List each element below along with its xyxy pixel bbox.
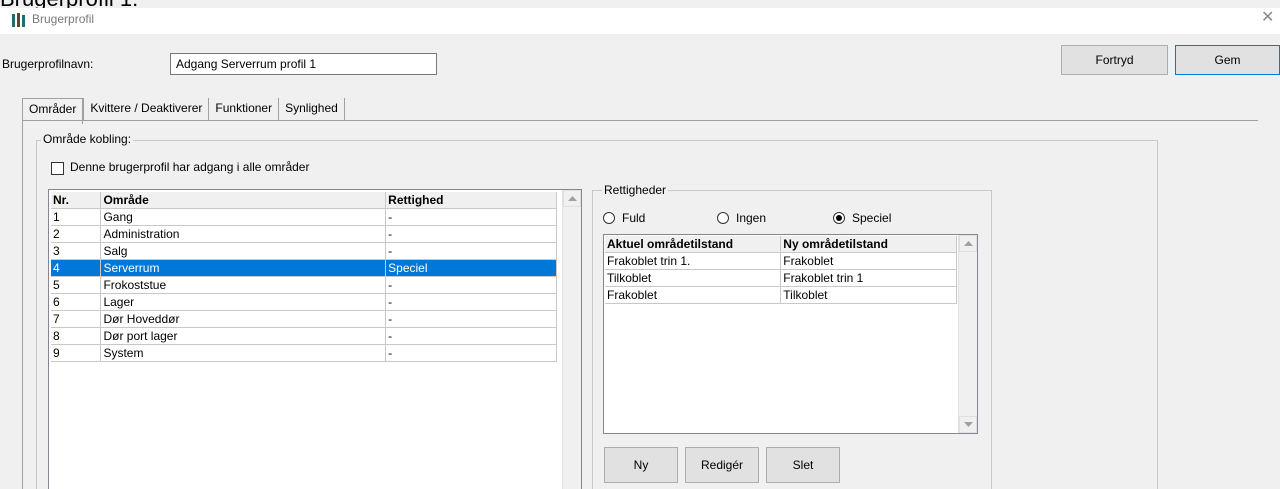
row-nr: 4 (51, 259, 102, 277)
rights-group-label: Rettigheder (602, 183, 669, 197)
profile-name-input[interactable]: Adgang Serverrum profil 1 (170, 53, 437, 75)
new-button[interactable]: Ny (604, 447, 678, 483)
row-nr: 3 (51, 242, 102, 260)
row-right: - (385, 242, 557, 260)
areas-header-row: Nr. Område Rettighed (51, 192, 557, 209)
row-nr: 2 (51, 225, 102, 243)
table-row[interactable]: Frakoblet Tilkoblet (605, 286, 957, 304)
radio-speciel-label: Speciel (852, 211, 892, 225)
close-icon[interactable]: ✕ (1261, 10, 1274, 26)
column-header-area[interactable]: Område (100, 192, 387, 209)
row-current-state: Frakoblet (605, 286, 782, 304)
row-area: System (100, 344, 387, 362)
row-area: Lager (100, 293, 387, 311)
table-row[interactable]: 8 Dør port lager - (51, 327, 557, 345)
radio-selected-dot (836, 215, 842, 221)
scroll-down-arrow-icon[interactable] (959, 416, 977, 433)
row-right: - (385, 293, 557, 311)
table-row[interactable]: 6 Lager - (51, 293, 557, 311)
areas-grid[interactable]: Nr. Område Rettighed 1 Gang - 2 Administrat… (48, 189, 582, 489)
row-current-state: Frakoblet trin 1. (605, 252, 782, 270)
tab-kvittere[interactable]: Kvittere / Deaktiverer (83, 98, 208, 120)
table-row[interactable]: 1 Gang - (51, 208, 557, 226)
all-areas-checkbox[interactable] (51, 162, 64, 175)
column-header-right[interactable]: Rettighed (385, 192, 557, 209)
row-area: Dør port lager (100, 327, 387, 345)
row-new-state: Tilkoblet (780, 286, 957, 304)
radio-ingen[interactable] (717, 212, 729, 224)
scroll-up-arrow-icon[interactable] (959, 235, 977, 252)
profile-name-label: Brugerprofilnavn: (2, 57, 94, 71)
row-right: - (385, 327, 557, 345)
all-areas-checkbox-label: Denne brugerprofil har adgang i alle omr… (70, 160, 310, 174)
edit-button[interactable]: Redigér (685, 447, 759, 483)
row-right: - (385, 208, 557, 226)
state-grid[interactable]: Aktuel områdetilstand Ny områdetilstand … (603, 234, 978, 434)
areas-scrollbar[interactable] (562, 190, 581, 489)
title-bar (0, 8, 1280, 34)
row-right: - (385, 225, 557, 243)
radio-speciel[interactable] (833, 212, 845, 224)
column-header-current-state[interactable]: Aktuel områdetilstand (605, 236, 782, 253)
row-new-state: Frakoblet (780, 252, 957, 270)
radio-ingen-label: Ingen (736, 211, 767, 225)
radio-fuld[interactable] (603, 212, 615, 224)
state-scrollbar[interactable] (958, 235, 977, 433)
row-nr: 7 (51, 310, 102, 328)
row-area: Dør Hoveddør (100, 310, 387, 328)
table-row[interactable]: Tilkoblet Frakoblet trin 1 (605, 269, 957, 287)
row-current-state: Tilkoblet (605, 269, 782, 287)
table-row[interactable]: 5 Frokoststue - (51, 276, 557, 294)
app-icon (12, 13, 25, 27)
row-nr: 9 (51, 344, 102, 362)
row-nr: 8 (51, 327, 102, 345)
table-row[interactable]: 3 Salg - (51, 242, 557, 260)
row-right: - (385, 344, 557, 362)
row-nr: 6 (51, 293, 102, 311)
radio-fuld-label: Fuld (622, 211, 646, 225)
undo-button[interactable]: Fortryd (1061, 45, 1168, 75)
row-right: Speciel (385, 259, 557, 277)
row-area: Gang (100, 208, 387, 226)
column-header-new-state[interactable]: Ny områdetilstand (780, 236, 957, 253)
area-link-group-label: Område kobling: (41, 132, 134, 146)
row-area: Salg (100, 242, 387, 260)
window-title: Brugerprofil (32, 12, 95, 26)
row-area: Frokoststue (100, 276, 387, 294)
table-row[interactable]: 9 System - (51, 344, 557, 362)
scroll-up-arrow-icon[interactable] (563, 190, 581, 207)
save-button[interactable]: Gem (1175, 45, 1280, 75)
table-row[interactable]: Frakoblet trin 1. Frakoblet (605, 252, 957, 270)
row-new-state: Frakoblet trin 1 (780, 269, 957, 287)
table-row[interactable]: 7 Dør Hoveddør - (51, 310, 557, 328)
row-area: Serverrum (100, 259, 387, 277)
column-header-nr[interactable]: Nr. (51, 192, 102, 209)
table-row[interactable]: 2 Administration - (51, 225, 557, 243)
row-nr: 1 (51, 208, 102, 226)
delete-button[interactable]: Slet (766, 447, 840, 483)
table-row-selected[interactable]: 4 Serverrum Speciel (51, 259, 557, 277)
row-nr: 5 (51, 276, 102, 294)
areas-table: Nr. Område Rettighed 1 Gang - 2 Administrat… (51, 192, 557, 362)
tab-funktioner[interactable]: Funktioner (208, 98, 278, 120)
row-right: - (385, 276, 557, 294)
tab-synlighed[interactable]: Synlighed (278, 98, 345, 120)
row-right: - (385, 310, 557, 328)
row-area: Administration (100, 225, 387, 243)
state-header-row: Aktuel områdetilstand Ny områdetilstand (605, 236, 957, 253)
state-table: Aktuel områdetilstand Ny områdetilstand … (605, 236, 957, 304)
tab-strip: Områder Kvittere / Deaktiverer Funktione… (22, 98, 345, 124)
